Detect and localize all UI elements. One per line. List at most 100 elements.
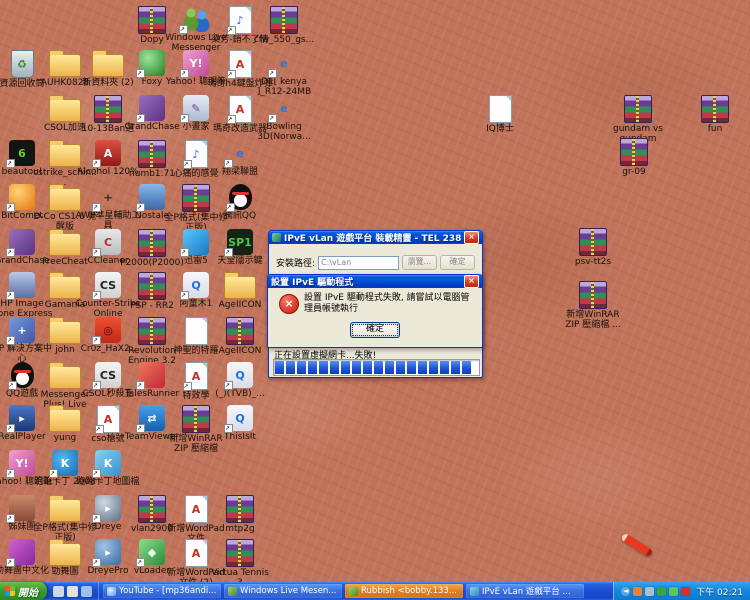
desktop-icon[interactable]: K跑跑卡丁地圖檔 — [75, 450, 141, 487]
desktop-icon[interactable]: mtp2g — [207, 495, 273, 534]
rar-icon — [138, 495, 166, 523]
error-dialog-titlebar[interactable]: 設置 IPvE 驅動程式 × — [268, 275, 482, 288]
show-desktop-icon[interactable] — [53, 586, 64, 597]
desktop-icon[interactable]: Q(_)(TVB)_... — [207, 362, 273, 399]
rar-icon — [138, 272, 166, 300]
rar-icon — [701, 95, 729, 123]
shortcut-arrow-icon — [180, 248, 189, 257]
msn-icon — [228, 587, 237, 596]
alert-flame-tray-icon[interactable] — [633, 587, 642, 596]
progress-segment — [418, 361, 427, 374]
desktop-icon-label: ThisIsIt — [224, 432, 256, 442]
shortcut-arrow-icon — [183, 382, 192, 391]
desktop-icon[interactable]: SP1天堂隱示鍵 — [207, 229, 273, 266]
desktop-icon[interactable]: 新增WinRAR ZIP 壓縮檔 ... — [560, 281, 626, 330]
desktop-icon-label: psv-tt2s — [575, 257, 611, 267]
desktop-icon[interactable]: QThisIsIt — [207, 405, 273, 442]
taskbar-task-button[interactable]: YouTube - [mp36andi... — [103, 584, 221, 598]
install-ok-button[interactable]: 確定 — [440, 255, 475, 270]
shortcut-arrow-icon — [224, 248, 233, 257]
app-icon: ◎ — [95, 317, 121, 343]
page-icon: A — [229, 50, 252, 78]
progress-segment — [363, 361, 372, 374]
desktop-icon[interactable]: gundam vs gundam — [605, 95, 671, 144]
shortcut-arrow-icon — [92, 203, 101, 212]
desktop-icon[interactable]: AgeIICON — [207, 317, 273, 356]
app-icon — [139, 95, 165, 121]
shortcut-arrow-icon — [224, 159, 233, 168]
shortcut-arrow-icon — [180, 114, 189, 123]
taskbar-task-button[interactable]: Rubbish <bobby.133... — [345, 584, 463, 598]
shortcut-arrow-icon — [183, 160, 192, 169]
desktop-icon[interactable]: cfw_550_gs... — [251, 6, 317, 45]
error-dialog-close-button[interactable]: × — [464, 275, 479, 288]
progress-segment — [385, 361, 394, 374]
tray-chevron-icon[interactable]: ◄ — [621, 587, 630, 596]
desktop-screen: DopyWindows Live Messenger♪梁芳-銷不了情cfw_55… — [0, 0, 750, 600]
rar-icon — [226, 495, 254, 523]
page-icon: A — [229, 95, 252, 123]
desktop-icon-label: yung — [54, 433, 76, 443]
page-icon: ♪ — [185, 140, 208, 168]
shortcut-arrow-icon — [268, 69, 277, 78]
taskbar: 開始 YouTube - [mp36andi... Windows Live Me… — [0, 582, 750, 600]
installer-titlebar[interactable]: IPvE vLan 遊戲平台 裝載精靈 - TEL 23873177 × — [269, 231, 482, 244]
system-tray: ◄ 下午 02:21 — [613, 582, 750, 600]
app-icon: ✎ — [183, 95, 209, 121]
taskbar-clock: 下午 02:21 — [696, 585, 743, 598]
desktop-icon[interactable]: Virtua Tennis 3 — [207, 539, 273, 588]
desktop-icon[interactable]: 騰訊QQ — [207, 184, 273, 221]
task-button-label: Windows Live Mesen... — [240, 586, 336, 596]
messenger-tray-icon[interactable] — [669, 587, 678, 596]
start-button[interactable]: 開始 — [0, 582, 47, 600]
error-ok-button[interactable]: 確定 — [350, 322, 400, 338]
shortcut-arrow-icon — [224, 424, 233, 433]
app-icon: CS — [95, 272, 121, 298]
recycle-icon: ♻ — [11, 50, 34, 78]
install-path-input[interactable]: C:\vLan — [318, 256, 399, 270]
browse-button[interactable]: 瀏覽... — [402, 255, 437, 270]
shortcut-arrow-icon — [6, 248, 15, 257]
shortcut-arrow-icon — [136, 424, 145, 433]
taskbar-task-button[interactable]: IPvE vLan 遊戲平台 ... — [466, 584, 584, 598]
progress-segment — [429, 361, 438, 374]
app-icon: Q — [183, 272, 209, 298]
shortcut-arrow-icon — [179, 25, 188, 34]
desktop-icon-label: 天堂隱示鍵 — [217, 256, 262, 266]
desktop-icon[interactable]: IQ博士 — [467, 95, 533, 134]
error-icon: × — [279, 294, 299, 314]
shortcut-arrow-icon — [6, 336, 15, 345]
shortcut-arrow-icon — [6, 291, 15, 300]
app-icon: Q — [227, 405, 253, 431]
progress-segment — [352, 361, 361, 374]
qq-tray-icon[interactable] — [657, 587, 666, 596]
app-icon: C — [95, 229, 121, 255]
desktop-icon[interactable]: AgeIICON — [207, 272, 273, 310]
usb-device-tray-icon[interactable] — [645, 587, 654, 596]
shortcut-arrow-icon — [92, 336, 101, 345]
shortcut-arrow-icon — [6, 159, 15, 168]
media-player-icon[interactable] — [67, 586, 78, 597]
installer-close-button[interactable]: × — [464, 231, 479, 244]
desktop-icon-label: 新增WinRAR ZIP 壓縮檔 ... — [560, 310, 626, 330]
page-icon — [489, 95, 512, 123]
desktop-icon[interactable]: fun — [682, 95, 748, 134]
desktop-icon[interactable]: eDE[ kenya ]_R12-24MB — [251, 50, 317, 97]
shortcut-arrow-icon — [227, 70, 236, 79]
rar-icon — [270, 6, 298, 34]
desktop-icon-label: mtp2g — [225, 524, 254, 534]
desktop-icon[interactable]: gr-09 — [601, 138, 667, 177]
desktop-icon[interactable]: e翔梁聯盟 — [207, 140, 273, 177]
app-icon: ▸ — [95, 495, 121, 521]
shortcut-arrow-icon — [227, 115, 236, 124]
ie-icon — [107, 587, 116, 596]
taskbar-task-button[interactable]: Windows Live Mesen... — [224, 584, 342, 598]
app-icon: K — [95, 450, 121, 476]
desktop-icon-label: AgeIICON — [219, 346, 262, 356]
security-shield-tray-icon[interactable] — [681, 587, 690, 596]
rar-icon — [579, 281, 607, 309]
internet-explorer-icon[interactable] — [81, 586, 92, 597]
progress-segment — [341, 361, 350, 374]
desktop-icon[interactable]: eBowling 3D(Norwa... — [251, 95, 317, 142]
desktop-icon[interactable]: psv-tt2s — [560, 228, 626, 267]
